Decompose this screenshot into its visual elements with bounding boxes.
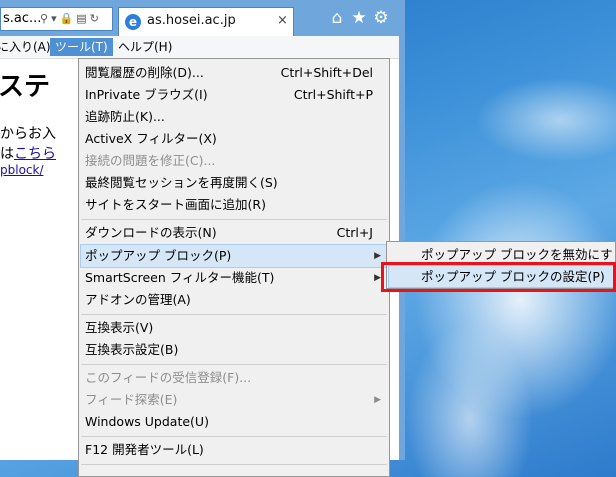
menu-item-label: 接続の問題を修正(C)...	[85, 153, 216, 168]
menu-item-label: ダウンロードの表示(N)	[85, 225, 217, 240]
menu-item-feed-discovery: フィード探索(E) ▶	[81, 389, 387, 411]
page-text-prefix: は	[0, 146, 14, 162]
menu-item-popup-blocker[interactable]: ポップアップ ブロック(P) ▶	[80, 244, 388, 268]
menu-item-add-to-start[interactable]: サイトをスタート画面に追加(R)	[81, 194, 387, 216]
menu-item-label: 最終閲覧セッションを再度開く(S)	[85, 175, 278, 190]
menu-item-label: F12 開発者ツール(L)	[85, 442, 204, 457]
lock-icon[interactable]: 🔒	[60, 8, 74, 30]
home-icon[interactable]: ⌂	[326, 8, 348, 28]
menu-item-windows-update[interactable]: Windows Update(U)	[81, 411, 387, 433]
address-text: s.ac...	[3, 11, 42, 26]
menu-item-label: サイトをスタート画面に追加(R)	[85, 197, 266, 212]
refresh-icon[interactable]: ↻	[90, 8, 99, 30]
menu-item-downloads[interactable]: ダウンロードの表示(N) Ctrl+J	[81, 222, 387, 244]
submenu-arrow-icon: ▶	[374, 273, 381, 283]
tab-close-icon[interactable]: ×	[277, 13, 288, 28]
menu-item-label: フィード探索(E)	[85, 392, 178, 407]
menu-item-reopen-session[interactable]: 最終閲覧セッションを再度開く(S)	[81, 172, 387, 194]
menu-tools[interactable]: ツール(T)	[50, 38, 113, 56]
ie-logo-icon: e	[125, 14, 141, 30]
menu-item-label: ActiveX フィルター(X)	[85, 131, 217, 146]
menu-item-tracking-protection[interactable]: 追跡防止(K)...	[81, 106, 387, 128]
menu-item-label: 互換表示設定(B)	[85, 342, 179, 357]
menu-item-label: 閲覧履歴の削除(D)...	[85, 65, 204, 80]
page-text-line2: はこちら	[0, 143, 56, 163]
submenu-arrow-icon: ▶	[374, 395, 381, 405]
menu-separator	[81, 219, 387, 220]
menu-item-manage-addons[interactable]: アドオンの管理(A)	[81, 289, 387, 311]
menu-favorites[interactable]: に入り(A)	[0, 38, 56, 56]
menu-help[interactable]: ヘルプ(H)	[113, 38, 177, 56]
favorites-icon[interactable]: ★	[348, 8, 370, 28]
menu-item-label: Windows Update(U)	[85, 414, 209, 429]
menu-item-label: このフィードの受信登録(F)...	[85, 370, 252, 385]
menu-separator	[81, 314, 387, 315]
menu-item-label: アドオンの管理(A)	[85, 292, 191, 307]
page-heading: ステ	[0, 72, 51, 102]
menu-item-delete-history[interactable]: 閲覧履歴の削除(D)... Ctrl+Shift+Del	[81, 62, 387, 84]
page-text-line1: からお入	[0, 126, 56, 142]
page-link-line3[interactable]: pblock/	[0, 163, 44, 177]
submenu-arrow-icon: ▶	[374, 251, 381, 261]
menu-item-label: SmartScreen フィルター機能(T)	[85, 270, 275, 285]
address-bar[interactable]: s.ac... ⚲ ▾ 🔒 ▤ ↻	[0, 7, 113, 31]
menu-item-inprivate[interactable]: InPrivate ブラウズ(I) Ctrl+Shift+P	[81, 84, 387, 106]
dropdown-icon[interactable]: ▾	[51, 8, 57, 30]
address-icons: ⚲ ▾ 🔒 ▤ ↻	[37, 8, 99, 30]
menu-item-label: 互換表示(V)	[85, 320, 154, 335]
menu-item-activex-filter[interactable]: ActiveX フィルター(X)	[81, 128, 387, 150]
gear-icon[interactable]: ⚙	[370, 8, 392, 28]
annotation-highlight-box	[381, 262, 616, 292]
search-icon[interactable]: ⚲	[40, 8, 48, 30]
browser-tab[interactable]: e as.hosei.ac.jp ×	[118, 7, 294, 36]
menu-item-subscribe-feed: このフィードの受信登録(F)...	[81, 367, 387, 389]
menu-item-label: 追跡防止(K)...	[85, 109, 165, 124]
here-link[interactable]: こちら	[14, 146, 56, 162]
menu-item-f12-devtools[interactable]: F12 開発者ツール(L)	[81, 439, 387, 461]
tools-menu: 閲覧履歴の削除(D)... Ctrl+Shift+Del InPrivate ブラ…	[78, 58, 390, 477]
menu-item-shortcut: Ctrl+J	[336, 225, 373, 240]
compat-icon[interactable]: ▤	[76, 8, 86, 30]
tab-title: as.hosei.ac.jp	[147, 13, 236, 28]
menu-bar: に入り(A) ツール(T) ヘルプ(H)	[0, 36, 399, 59]
toolbar-icons: ⌂ ★ ⚙	[326, 8, 392, 28]
menu-separator	[81, 436, 387, 437]
menu-separator	[81, 464, 387, 465]
menu-item-shortcut: Ctrl+Shift+Del	[280, 65, 373, 80]
menu-separator	[81, 364, 387, 365]
menu-item-fix-connection: 接続の問題を修正(C)...	[81, 150, 387, 172]
menu-item-smartscreen[interactable]: SmartScreen フィルター機能(T) ▶	[81, 267, 387, 289]
menu-item-shortcut: Ctrl+Shift+P	[293, 87, 373, 102]
menu-item-label: InPrivate ブラウズ(I)	[85, 87, 208, 102]
menu-item-compat-view[interactable]: 互換表示(V)	[81, 317, 387, 339]
menu-item-compat-settings[interactable]: 互換表示設定(B)	[81, 339, 387, 361]
menu-item-label: ポップアップ ブロック(P)	[85, 248, 232, 263]
